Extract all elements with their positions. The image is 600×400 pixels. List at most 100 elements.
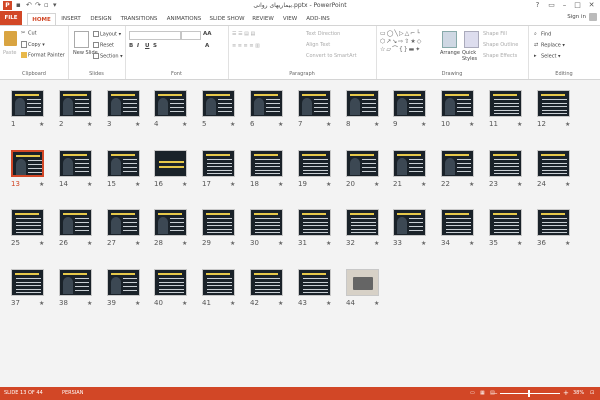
- quick-styles-icon[interactable]: [464, 31, 479, 48]
- arrange-button[interactable]: Arrange: [440, 50, 460, 56]
- slide-thumbnail[interactable]: [393, 90, 426, 117]
- slide-transition-star-icon[interactable]: ★: [565, 240, 570, 247]
- new-slide-icon[interactable]: [74, 31, 89, 48]
- shape-outline-button[interactable]: Shape Outline: [483, 42, 518, 48]
- slide-thumbnail[interactable]: [393, 209, 426, 236]
- font-name-field[interactable]: [129, 31, 181, 40]
- shadow-button[interactable]: S: [153, 43, 157, 49]
- shape-effects-button[interactable]: Shape Effects: [483, 53, 517, 59]
- slide-thumbnail[interactable]: [441, 209, 474, 236]
- slide-transition-star-icon[interactable]: ★: [469, 181, 474, 188]
- slide-transition-star-icon[interactable]: ★: [326, 300, 331, 307]
- shapes-gallery[interactable]: ▭◯╲▷△⌐└ ⬡↗↘⇨⇧★◇ ☆▱⌒{}▬✦: [380, 30, 438, 60]
- replace-button[interactable]: ⇄ Replace ▾: [534, 42, 565, 49]
- slide-thumbnail[interactable]: [250, 269, 283, 296]
- zoom-in-icon[interactable]: +: [563, 387, 569, 400]
- slide-transition-star-icon[interactable]: ★: [565, 121, 570, 128]
- slide-thumbnail[interactable]: [441, 90, 474, 117]
- slide-transition-star-icon[interactable]: ★: [87, 300, 92, 307]
- slide-thumbnail[interactable]: [202, 209, 235, 236]
- close-icon[interactable]: ✕: [585, 0, 598, 11]
- italic-button[interactable]: I: [137, 43, 139, 49]
- slide-transition-star-icon[interactable]: ★: [469, 240, 474, 247]
- slide-transition-star-icon[interactable]: ★: [326, 240, 331, 247]
- slide-thumbnail[interactable]: [489, 150, 522, 177]
- slide-thumbnail[interactable]: [346, 90, 379, 117]
- font-color-button[interactable]: A: [205, 43, 209, 49]
- fit-slide-icon[interactable]: ⊡: [590, 387, 594, 400]
- slide-thumbnail[interactable]: [59, 150, 92, 177]
- arrange-icon[interactable]: [442, 31, 457, 48]
- grow-font-button[interactable]: AA: [203, 31, 212, 37]
- slide-transition-star-icon[interactable]: ★: [182, 240, 187, 247]
- slide-thumbnail[interactable]: [202, 269, 235, 296]
- slide-thumbnail[interactable]: [154, 209, 187, 236]
- convert-to-smartart-button[interactable]: Convert to SmartArt: [306, 53, 357, 59]
- slide-transition-star-icon[interactable]: ★: [517, 181, 522, 188]
- copy-button[interactable]: Copy ▾: [21, 41, 45, 48]
- slide-thumbnail[interactable]: [298, 209, 331, 236]
- slide-transition-star-icon[interactable]: ★: [135, 121, 140, 128]
- font-size-field[interactable]: [181, 31, 201, 40]
- slide-transition-star-icon[interactable]: ★: [278, 240, 283, 247]
- slide-thumbnail[interactable]: [250, 209, 283, 236]
- tab-view[interactable]: VIEW: [279, 13, 301, 25]
- tab-animations[interactable]: ANIMATIONS: [163, 13, 205, 25]
- tab-review[interactable]: REVIEW: [249, 13, 277, 25]
- slide-transition-star-icon[interactable]: ★: [135, 240, 140, 247]
- zoom-level[interactable]: 38%: [573, 387, 584, 400]
- slide-thumbnail[interactable]: [441, 150, 474, 177]
- avatar[interactable]: [589, 13, 597, 21]
- slide-thumbnail[interactable]: [107, 209, 140, 236]
- normal-view-icon[interactable]: ▭: [470, 387, 475, 400]
- slide-transition-star-icon[interactable]: ★: [326, 181, 331, 188]
- language-status[interactable]: PERSIAN: [62, 387, 83, 400]
- tab-file[interactable]: FILE: [0, 11, 22, 25]
- format-painter-button[interactable]: Format Painter: [21, 52, 65, 59]
- slide-sorter-view-icon[interactable]: ▦: [480, 387, 485, 400]
- slide-transition-star-icon[interactable]: ★: [39, 121, 44, 128]
- slide-transition-star-icon[interactable]: ★: [421, 121, 426, 128]
- tab-add-ins[interactable]: ADD-INS: [303, 13, 333, 25]
- slide-thumbnail[interactable]: [59, 209, 92, 236]
- shape-fill-button[interactable]: Shape Fill: [483, 31, 507, 37]
- slide-transition-star-icon[interactable]: ★: [230, 121, 235, 128]
- slide-thumbnail[interactable]: [346, 150, 379, 177]
- slide-transition-star-icon[interactable]: ★: [326, 121, 331, 128]
- slide-thumbnail[interactable]: [11, 209, 44, 236]
- slide-transition-star-icon[interactable]: ★: [517, 240, 522, 247]
- cut-button[interactable]: ✂ Cut: [21, 30, 37, 37]
- align-text-button[interactable]: Align Text: [306, 42, 330, 48]
- slide-thumbnail[interactable]: [537, 209, 570, 236]
- slide-transition-star-icon[interactable]: ★: [374, 240, 379, 247]
- slide-thumbnail[interactable]: [154, 90, 187, 117]
- slide-transition-star-icon[interactable]: ★: [39, 300, 44, 307]
- align-icons[interactable]: ≡ ≡ ≡ ≡ ▥: [232, 43, 260, 49]
- slide-thumbnail[interactable]: [298, 269, 331, 296]
- slide-transition-star-icon[interactable]: ★: [421, 240, 426, 247]
- tab-transitions[interactable]: TRANSITIONS: [117, 13, 161, 25]
- slide-transition-star-icon[interactable]: ★: [230, 300, 235, 307]
- slide-transition-star-icon[interactable]: ★: [469, 121, 474, 128]
- slide-thumbnail[interactable]: [11, 269, 44, 296]
- tab-design[interactable]: DESIGN: [87, 13, 115, 25]
- bullets-icon[interactable]: ☰ ☰ ▤ ▤: [232, 31, 255, 37]
- slide-thumbnail[interactable]: [346, 209, 379, 236]
- slide-thumbnail[interactable]: [59, 90, 92, 117]
- slide-thumbnail[interactable]: [346, 269, 379, 296]
- slide-transition-star-icon[interactable]: ★: [87, 240, 92, 247]
- slide-thumbnail[interactable]: [393, 150, 426, 177]
- maximize-icon[interactable]: □: [571, 0, 584, 11]
- bold-button[interactable]: B: [129, 43, 133, 49]
- zoom-slider[interactable]: [500, 393, 560, 394]
- slide-transition-star-icon[interactable]: ★: [39, 181, 44, 188]
- slide-thumbnail[interactable]: [107, 269, 140, 296]
- slide-thumbnail[interactable]: [202, 90, 235, 117]
- layout-button[interactable]: Layout ▾: [93, 31, 121, 38]
- tab-slide-show[interactable]: SLIDE SHOW: [207, 13, 247, 25]
- slide-thumbnail[interactable]: [298, 90, 331, 117]
- slide-thumbnail[interactable]: [489, 209, 522, 236]
- slide-transition-star-icon[interactable]: ★: [374, 121, 379, 128]
- slide-transition-star-icon[interactable]: ★: [87, 181, 92, 188]
- slide-thumbnail[interactable]: [59, 269, 92, 296]
